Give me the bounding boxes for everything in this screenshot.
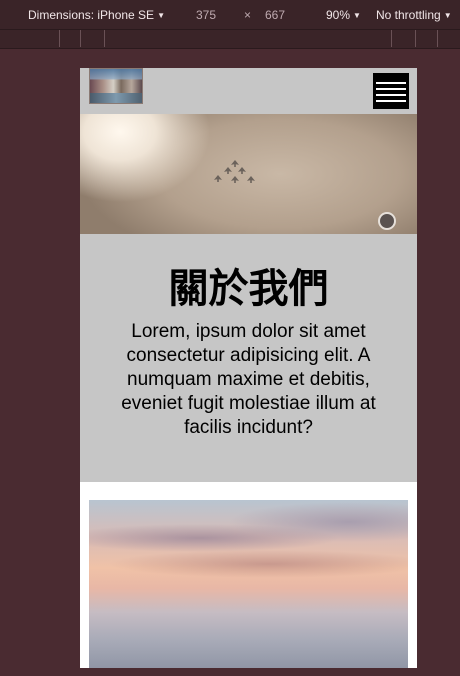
jet-icon [247, 176, 255, 183]
dimension-separator: × [244, 8, 252, 22]
ruler-tick [391, 30, 392, 47]
caret-down-icon: ▼ [157, 11, 165, 20]
media-query-ruler [0, 30, 460, 49]
device-label: Dimensions: iPhone SE [28, 8, 155, 22]
ruler-tick [80, 30, 81, 47]
sunset-clouds-photo [89, 500, 408, 668]
throttling-label: No throttling [376, 8, 441, 22]
caret-down-icon: ▼ [443, 11, 452, 20]
menu-line [376, 82, 406, 84]
zoom-label: 90% [326, 8, 351, 22]
devtools-toolbar: Dimensions: iPhone SE ▼ 375 × 667 90% ▼ No… [0, 0, 460, 30]
carousel-indicator-button[interactable] [378, 212, 396, 230]
about-body-text: Lorem, ipsum dolor sit amet consectetur … [121, 321, 376, 438]
caret-down-icon: ▼ [353, 11, 361, 20]
ruler-tick [437, 30, 438, 47]
site-navbar [80, 68, 417, 114]
jet-icon [231, 160, 239, 167]
jet-icon [224, 167, 232, 174]
hero-banner-image [80, 114, 417, 234]
gallery-section [80, 482, 417, 668]
menu-line [376, 100, 406, 102]
ruler-tick [415, 30, 416, 47]
jet-icon [214, 175, 222, 182]
width-input[interactable]: 375 [196, 8, 216, 22]
device-dimensions-dropdown[interactable]: Dimensions: iPhone SE ▼ [28, 8, 165, 22]
jet-icon [238, 167, 246, 174]
jets-formation-icon [210, 160, 260, 192]
about-title: 關於我們 [168, 266, 329, 312]
ruler-tick [104, 30, 105, 47]
ruler-tick [59, 30, 60, 47]
height-input[interactable]: 667 [265, 8, 285, 22]
menu-line [376, 94, 406, 96]
logo-image[interactable] [89, 68, 143, 104]
jet-icon [231, 176, 239, 183]
zoom-dropdown[interactable]: 90% ▼ [326, 8, 361, 22]
hamburger-menu-button[interactable] [373, 73, 409, 109]
device-viewport: 關於我們 Lorem, ipsum dolor sit amet consect… [80, 68, 417, 668]
about-section: 關於我們 Lorem, ipsum dolor sit amet consect… [80, 234, 417, 482]
menu-line [376, 88, 406, 90]
throttling-dropdown[interactable]: No throttling ▼ [376, 8, 452, 22]
